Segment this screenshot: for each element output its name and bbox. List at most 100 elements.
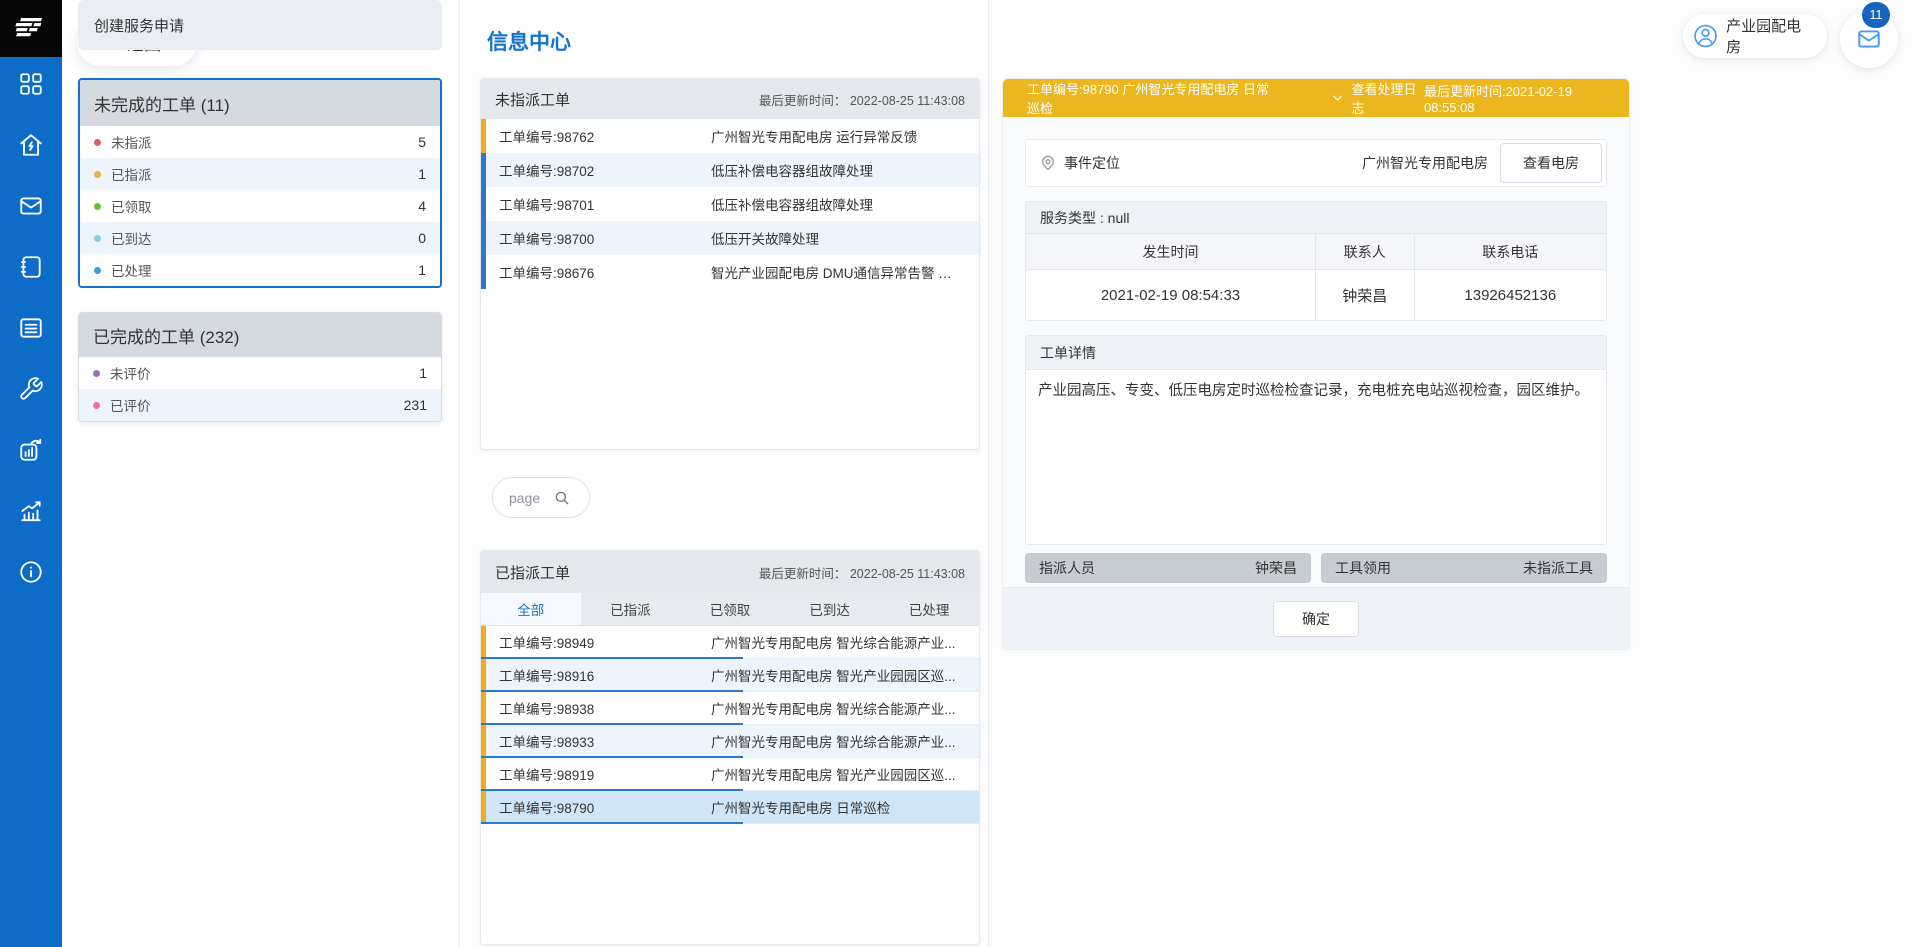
assigned-orders-title: 已指派工单 bbox=[495, 562, 570, 583]
work-order-number: 工单编号:98916 bbox=[499, 665, 711, 685]
priority-stripe bbox=[481, 659, 486, 691]
work-order-number: 工单编号:98700 bbox=[499, 228, 711, 248]
info-icon[interactable] bbox=[17, 558, 45, 586]
work-order-number: 工单编号:98762 bbox=[499, 126, 711, 146]
status-count: 1 bbox=[418, 262, 426, 278]
notebook-icon[interactable] bbox=[17, 253, 45, 281]
work-order-row[interactable]: 工单编号:98762 广州智光专用配电房 运行异常反馈 bbox=[481, 119, 979, 153]
page-title: 信息中心 bbox=[487, 26, 571, 56]
status-count: 1 bbox=[419, 365, 427, 381]
work-order-row[interactable]: 工单编号:98676 智光产业园配电房 DMU通信异常告警 … bbox=[481, 255, 979, 289]
status-count: 5 bbox=[418, 134, 426, 150]
status-row[interactable]: 未评价 1 bbox=[79, 357, 441, 389]
status-row[interactable]: 已指派 1 bbox=[80, 158, 440, 190]
list-icon[interactable] bbox=[17, 314, 45, 342]
table-cell: 13926452136 bbox=[1415, 270, 1606, 320]
trend-icon[interactable] bbox=[17, 497, 45, 525]
work-order-title: 低压补偿电容器组故障处理 bbox=[711, 194, 979, 214]
view-room-button[interactable]: 查看电房 bbox=[1500, 143, 1602, 183]
table-cell: 2021-02-19 08:54:33 bbox=[1026, 270, 1316, 320]
status-label: 已处理 bbox=[111, 260, 152, 280]
work-order-number: 工单编号:98933 bbox=[499, 731, 711, 751]
priority-stripe bbox=[481, 725, 486, 757]
tab[interactable]: 已处理 bbox=[879, 593, 979, 625]
event-location-value: 广州智光专用配电房 bbox=[1362, 153, 1488, 173]
tools-label: 工具领用 bbox=[1335, 558, 1391, 578]
status-row[interactable]: 未指派 5 bbox=[80, 126, 440, 158]
status-dot-icon bbox=[93, 402, 100, 409]
tools-value: 未指派工具 bbox=[1523, 558, 1593, 578]
assigned-tabs: 全部 已指派 已领取 已到达 已处理 bbox=[481, 593, 979, 626]
priority-stripe bbox=[481, 791, 486, 823]
confirm-button[interactable]: 确定 bbox=[1273, 601, 1359, 637]
status-label: 已领取 bbox=[111, 196, 152, 216]
work-order-row[interactable]: 工单编号:98933 广州智光专用配电房 智光综合能源产业... bbox=[481, 725, 979, 758]
tools-pill[interactable]: 工具领用 未指派工具 bbox=[1321, 553, 1607, 583]
priority-stripe bbox=[481, 221, 486, 255]
user-name: 产业园配电房 bbox=[1726, 15, 1813, 57]
service-table-row: 2021-02-19 08:54:33钟荣昌13926452136 bbox=[1026, 270, 1606, 320]
side-link[interactable]: 创建服务申请 bbox=[78, 0, 442, 50]
tab[interactable]: 全部 bbox=[481, 593, 581, 625]
assignee-pill[interactable]: 指派人员 钟荣昌 bbox=[1025, 553, 1311, 583]
work-order-row[interactable]: 工单编号:98700 低压开关故障处理 bbox=[481, 221, 979, 255]
tab[interactable]: 已到达 bbox=[780, 593, 880, 625]
assigned-orders-list: 工单编号:98949 广州智光专用配电房 智光综合能源产业... 工单编号:98… bbox=[481, 626, 979, 824]
user-account-pill[interactable]: 产业园配电房 bbox=[1683, 14, 1827, 58]
assigned-updated-time: 最后更新时间： 2022-08-25 11:43:08 bbox=[759, 563, 965, 582]
page-search bbox=[492, 477, 590, 518]
mail-icon[interactable] bbox=[17, 192, 45, 220]
work-order-title: 低压开关故障处理 bbox=[711, 228, 979, 248]
report-icon[interactable] bbox=[17, 436, 45, 464]
status-dot-icon bbox=[94, 203, 101, 210]
status-label: 已评价 bbox=[110, 395, 151, 415]
tab[interactable]: 已指派 bbox=[581, 593, 681, 625]
status-dot-icon bbox=[94, 235, 101, 242]
work-order-number: 工单编号:98701 bbox=[499, 194, 711, 214]
work-order-row[interactable]: 工单编号:98702 低压补偿电容器组故障处理 bbox=[481, 153, 979, 187]
work-order-row[interactable]: 工单编号:98790 广州智光专用配电房 日常巡检 bbox=[481, 791, 979, 824]
work-order-row[interactable]: 工单编号:98701 低压补偿电容器组故障处理 bbox=[481, 187, 979, 221]
work-detail-card: 工单详情 产业园高压、专变、低压电房定时巡检检查记录，充电桩充电站巡视检查，园区… bbox=[1025, 335, 1607, 545]
assignee-value: 钟荣昌 bbox=[1255, 558, 1297, 578]
work-order-title: 广州智光专用配电房 智光产业园园区巡... bbox=[711, 665, 979, 685]
wrench-icon[interactable] bbox=[17, 375, 45, 403]
work-order-row[interactable]: 工单编号:98949 广州智光专用配电房 智光综合能源产业... bbox=[481, 626, 979, 659]
status-row[interactable]: 已评价 231 bbox=[79, 389, 441, 421]
work-order-title: 广州智光专用配电房 智光综合能源产业... bbox=[711, 632, 979, 652]
work-order-row[interactable]: 工单编号:98919 广州智光专用配电房 智光产业园园区巡... bbox=[481, 758, 979, 791]
detail-footer: 确定 bbox=[1003, 587, 1629, 649]
service-table-header: 发生时间联系人联系电话 bbox=[1026, 234, 1606, 270]
grid-icon[interactable] bbox=[17, 70, 45, 98]
work-order-title: 低压补偿电容器组故障处理 bbox=[711, 160, 979, 180]
status-label: 未指派 bbox=[111, 132, 152, 152]
order-detail-bar: 工单编号:98790 广州智光专用配电房 日常巡检 查看处理日志 最后更新时间:… bbox=[1003, 79, 1629, 117]
work-order-title: 广州智光专用配电房 智光产业园园区巡... bbox=[711, 764, 979, 784]
work-order-row[interactable]: 工单编号:98938 广州智光专用配电房 智光综合能源产业... bbox=[481, 692, 979, 725]
status-label: 已指派 bbox=[111, 164, 152, 184]
search-icon[interactable] bbox=[553, 489, 571, 507]
work-order-number: 工单编号:98790 bbox=[499, 797, 711, 817]
status-row[interactable]: 已到达 0 bbox=[80, 222, 440, 254]
status-row[interactable]: 已领取 4 bbox=[80, 190, 440, 222]
finished-orders-card: 已完成的工单 (232) 未评价 1 已评价 231 bbox=[78, 312, 442, 422]
tab[interactable]: 已领取 bbox=[680, 593, 780, 625]
status-count: 231 bbox=[404, 397, 427, 413]
user-icon bbox=[1693, 23, 1718, 49]
page-search-input[interactable] bbox=[509, 490, 553, 506]
home-icon[interactable] bbox=[17, 131, 45, 159]
nav-rail bbox=[0, 0, 62, 947]
priority-stripe bbox=[481, 758, 486, 790]
work-order-row[interactable]: 工单编号:98916 广州智光专用配电房 智光产业园园区巡... bbox=[481, 659, 979, 692]
status-row[interactable]: 已处理 1 bbox=[80, 254, 440, 286]
assigned-orders-card: 已指派工单 最后更新时间： 2022-08-25 11:43:08 全部 已指派… bbox=[480, 550, 980, 945]
view-log-link[interactable]: 查看处理日志 bbox=[1331, 79, 1424, 117]
table-cell: 钟荣昌 bbox=[1316, 270, 1415, 320]
status-dot-icon bbox=[94, 171, 101, 178]
work-order-title: 广州智光专用配电房 智光综合能源产业... bbox=[711, 731, 979, 751]
priority-stripe bbox=[481, 187, 486, 221]
event-location-card: 事件定位 广州智光专用配电房 查看电房 bbox=[1025, 139, 1607, 187]
status-dot-icon bbox=[94, 139, 101, 146]
priority-stripe bbox=[481, 153, 486, 187]
priority-stripe bbox=[481, 692, 486, 724]
